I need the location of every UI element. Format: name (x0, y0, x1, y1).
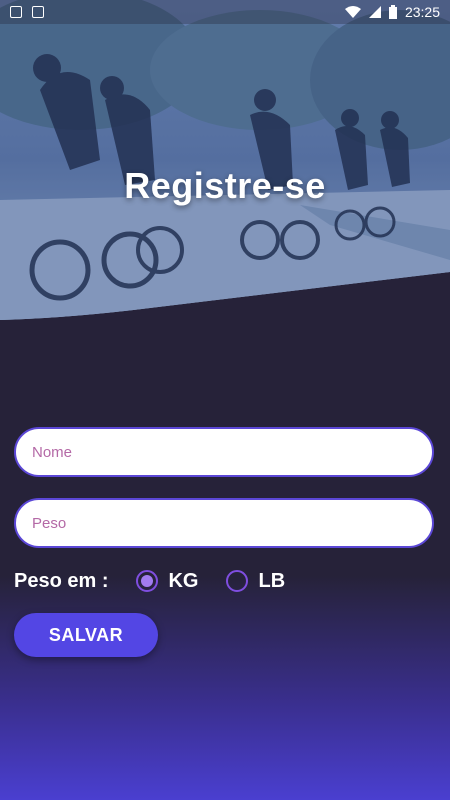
radio-lb[interactable]: LB (226, 570, 285, 593)
save-button[interactable]: SALVAR (14, 613, 158, 657)
weight-input[interactable] (14, 498, 434, 548)
radio-lb-label: LB (258, 569, 286, 592)
image-icon (10, 6, 22, 18)
radio-lb-circle[interactable] (226, 570, 249, 592)
signal-icon (368, 6, 381, 18)
app-icon (32, 6, 44, 18)
radio-kg[interactable]: KG (136, 570, 198, 593)
status-time: 23:25 (404, 4, 440, 20)
radio-kg-circle[interactable] (136, 570, 159, 592)
battery-icon (388, 5, 397, 19)
status-bar: 23:25 (0, 0, 450, 24)
page-title: Registre-se (124, 165, 326, 206)
name-input[interactable] (14, 427, 434, 477)
radio-kg-label: KG (168, 569, 199, 592)
radio-selected-dot (141, 575, 154, 587)
weight-unit-label: Peso em : (14, 569, 109, 592)
wifi-icon (344, 6, 361, 18)
weight-unit-row: Peso em : KG LB (14, 566, 313, 596)
header-image: Registre-se (0, 0, 450, 320)
cyclists-photo (0, 0, 450, 320)
